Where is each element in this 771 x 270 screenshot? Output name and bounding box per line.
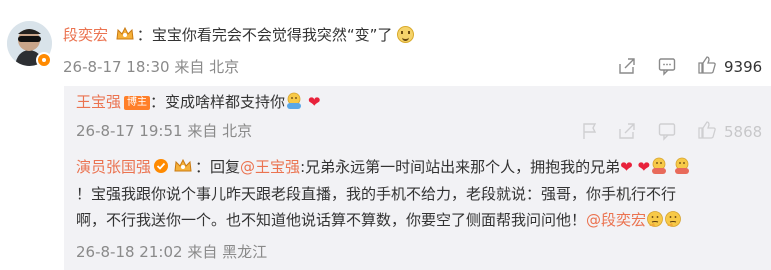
main-comment-content: 段奕宏 ：宝宝你看完会不会觉得我突然“变”了 xyxy=(63,24,415,46)
comment-meta: 26-8-17 18:30 来自 北京 xyxy=(63,57,239,77)
hug-emoji-icon xyxy=(673,157,691,175)
like-icon[interactable] xyxy=(697,55,717,75)
thinking-emoji-icon xyxy=(646,210,664,228)
share-icon[interactable] xyxy=(617,56,637,76)
reply-2-line-1: 演员张国强 ：回复@王宝强:兄弟永远第一时间站出来那个人，拥抱我的兄弟❤ ❤ xyxy=(76,156,691,178)
comment-icon[interactable] xyxy=(657,121,677,141)
replies-section: 王宝强 博主 ：变成啥样都支持你 ❤ 26-8-17 19:51 来自 北京 586… xyxy=(64,86,771,270)
reply-2-line-2: ！宝强我跟你说个事儿昨天跟老段直播，我的手机不给力，老段就说：强哥，你手机行不行 xyxy=(76,183,676,205)
heart-icon: ❤ xyxy=(307,93,321,111)
share-icon[interactable] xyxy=(617,121,637,141)
hug-emoji-icon xyxy=(285,92,303,110)
mention-link[interactable]: @段奕宏 xyxy=(586,211,646,229)
colon: ： xyxy=(136,26,152,44)
verified-icon xyxy=(154,159,169,173)
mention-link[interactable]: @王宝强 xyxy=(240,158,300,176)
reply-2-line-3: 啊，不行我送你一个。也不知道他说话算不算数，你要空了侧面帮我问问他！@段奕宏 xyxy=(76,209,682,231)
hug-emoji-icon xyxy=(650,157,668,175)
comment-source: 来自 北京 xyxy=(174,58,240,76)
like-count: 9396 xyxy=(724,58,763,76)
colon: ： xyxy=(195,158,211,176)
blogger-badge: 博主 xyxy=(124,96,151,110)
reply-1-meta: 26-8-17 19:51 来自 北京 xyxy=(76,121,252,141)
like-icon[interactable] xyxy=(697,120,717,140)
reply-1-content: 王宝强 博主 ：变成啥样都支持你 ❤ xyxy=(76,91,320,113)
reply-text-2: ！宝强我跟你说个事儿昨天跟老段直播，我的手机不给力，老段就说：强哥，你手机行不行 xyxy=(76,185,677,203)
thinking-emoji-icon xyxy=(664,210,682,228)
reply-author[interactable]: 王宝强 xyxy=(76,93,121,111)
comment-text: 宝宝你看完会不会觉得我突然“变”了 xyxy=(151,26,393,44)
comment-author[interactable]: 段奕宏 xyxy=(63,26,108,44)
reply-source: 来自 黑龙江 xyxy=(187,243,268,261)
reply-prefix: 回复 xyxy=(210,158,241,176)
report-icon[interactable] xyxy=(580,121,600,141)
reply-2-meta: 26-8-18 21:02 来自 黑龙江 xyxy=(76,242,267,262)
comment-date: 26-8-17 18:30 xyxy=(63,58,170,76)
crown-icon xyxy=(115,26,135,42)
colon: ： xyxy=(150,93,166,111)
crown-icon xyxy=(173,158,193,174)
like-count: 5868 xyxy=(724,123,763,141)
smile-emoji-icon xyxy=(397,26,415,43)
reply-text-1: :兄弟永远第一时间站出来那个人，拥抱我的兄弟 xyxy=(300,158,621,176)
main-comment: 段奕宏 ：宝宝你看完会不会觉得我突然“变”了 26-8-17 18:30 来自 … xyxy=(0,0,771,86)
heart-icon: ❤ xyxy=(620,158,633,176)
reply-author[interactable]: 演员张国强 xyxy=(76,158,151,176)
reply-text: 变成啥样都支持你 xyxy=(165,93,286,111)
reply-text-3: 啊，不行我送你一个。也不知道他说话算不算数，你要空了侧面帮我问问他！ xyxy=(76,211,587,229)
verified-badge-icon xyxy=(36,52,52,68)
reply-date: 26-8-18 21:02 xyxy=(76,243,183,261)
reply-source: 来自 北京 xyxy=(187,122,253,140)
comment-icon[interactable] xyxy=(657,56,677,76)
heart-icon: ❤ xyxy=(637,158,651,176)
reply-date: 26-8-17 19:51 xyxy=(76,122,183,140)
